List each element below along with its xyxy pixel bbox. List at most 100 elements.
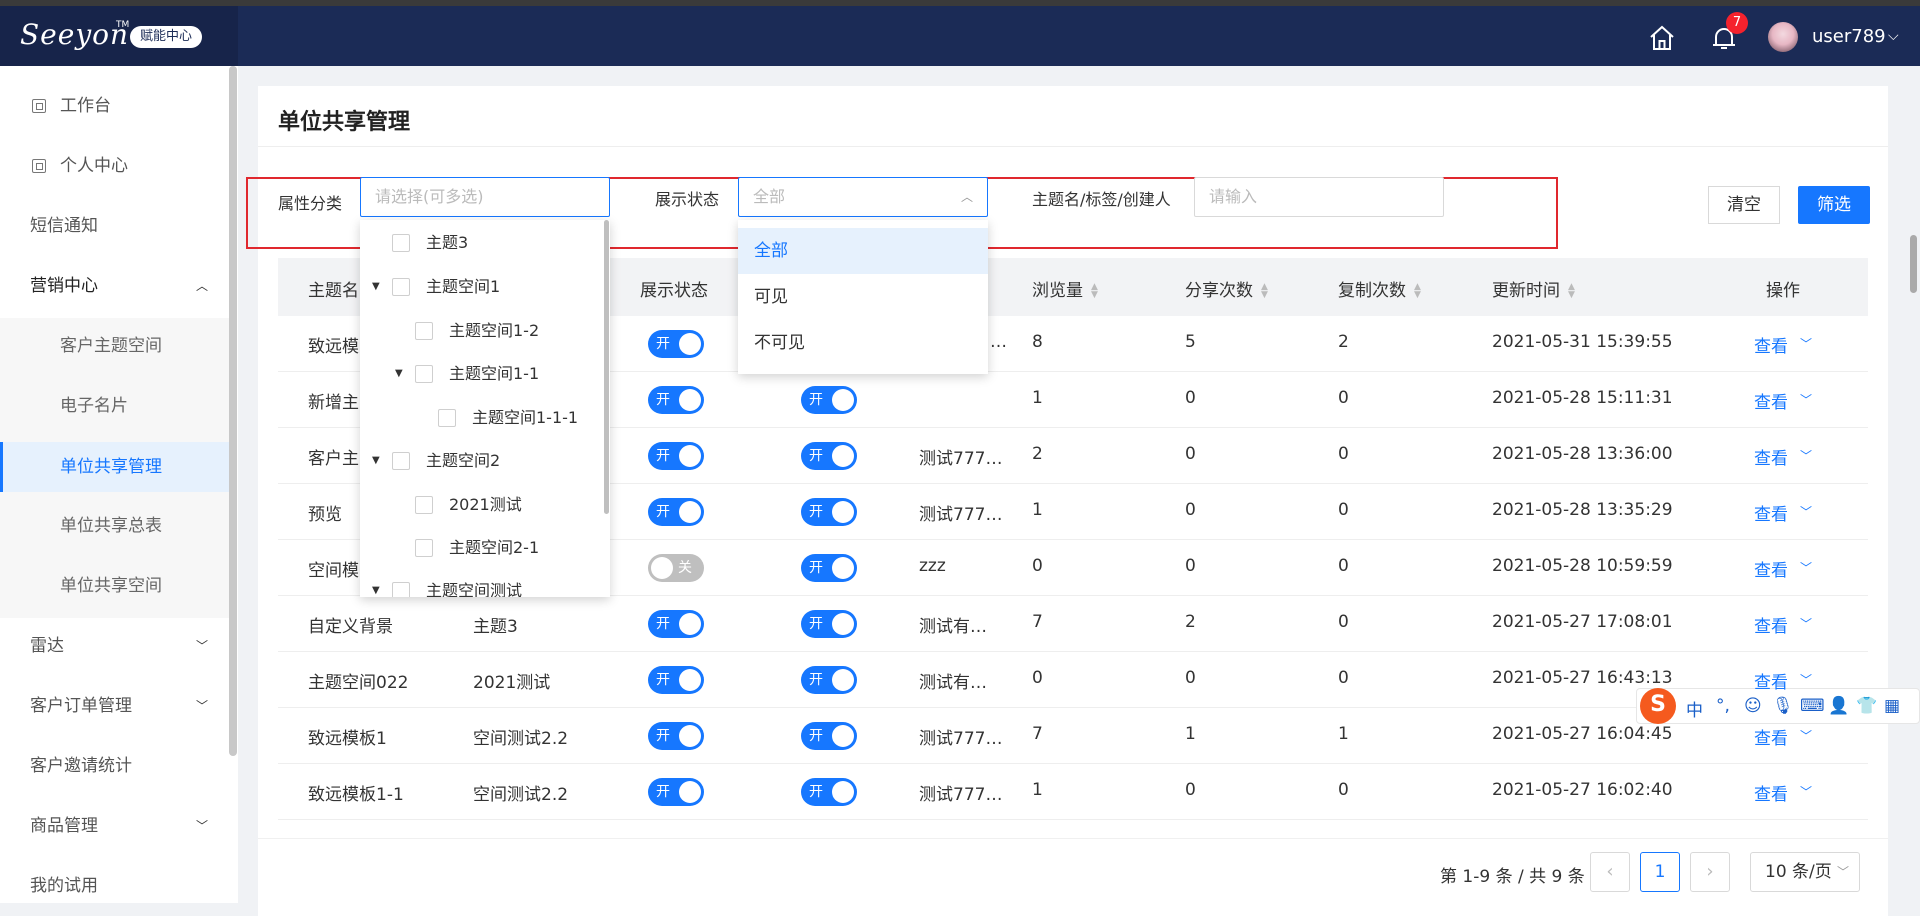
chevron-down-icon[interactable]: ﹀	[1800, 391, 1812, 408]
chevron-down-icon[interactable]: ﹀	[1800, 447, 1812, 464]
caret-down-icon[interactable]: ▼	[395, 360, 403, 388]
clear-button[interactable]: 清空	[1708, 186, 1780, 224]
recommend-toggle[interactable]: 开	[801, 666, 857, 694]
recommend-toggle[interactable]: 开	[801, 442, 857, 470]
chevron-down-icon[interactable]: ﹀	[1800, 615, 1812, 632]
sidebar-item-my-trial[interactable]: 我的试用	[0, 856, 230, 916]
checkbox[interactable]	[415, 365, 433, 383]
page-size-select[interactable]: 10 条/页 ﹀	[1750, 852, 1860, 892]
view-link[interactable]: 查看	[1754, 500, 1788, 525]
main-scrollbar[interactable]	[1910, 235, 1917, 293]
user-icon[interactable]: 👤	[1828, 696, 1849, 716]
checkbox[interactable]	[438, 409, 456, 427]
checkbox[interactable]	[392, 234, 410, 252]
chevron-down-icon[interactable]: ﹀	[1800, 727, 1812, 744]
ime-lang-toggle[interactable]: 中	[1686, 696, 1703, 721]
status-option-all[interactable]: 全部	[738, 228, 988, 274]
toggle-label: 开	[656, 336, 670, 352]
view-link[interactable]: 查看	[1754, 444, 1788, 469]
prev-page-button[interactable]: ‹	[1590, 852, 1630, 892]
caret-down-icon[interactable]: ▼	[372, 577, 380, 597]
chevron-down-icon[interactable]: ﹀	[1800, 783, 1812, 800]
toggle-knob	[679, 501, 701, 523]
recommend-toggle[interactable]: 开	[801, 722, 857, 750]
recommend-toggle[interactable]: 开	[801, 610, 857, 638]
category-select[interactable]: 请选择(可多选)	[360, 177, 610, 217]
cell-views: 7	[1032, 724, 1043, 744]
caret-down-icon[interactable]: ▼	[372, 273, 380, 301]
recommend-toggle[interactable]: 开	[801, 554, 857, 582]
view-link[interactable]: 查看	[1754, 332, 1788, 357]
chevron-down-icon[interactable]: ﹀	[1800, 671, 1812, 688]
header-views[interactable]: 浏览量 ▲ ▼	[1032, 276, 1098, 301]
view-link[interactable]: 查看	[1754, 556, 1788, 581]
sidebar-scrollbar[interactable]	[229, 66, 237, 756]
sidebar-item-invite-stats[interactable]: 客户邀请统计	[0, 736, 230, 796]
ime-punct-toggle[interactable]: °,	[1716, 696, 1730, 716]
microphone-icon[interactable]: 🎙	[1772, 696, 1794, 716]
sidebar-item-unit-share-manage[interactable]: 单位共享管理	[0, 437, 230, 497]
sogou-logo-icon[interactable]: S	[1640, 688, 1676, 724]
chevron-down-icon[interactable]: ﹀	[1800, 335, 1812, 352]
display-status-toggle[interactable]: 开	[648, 722, 704, 750]
chevron-down-icon[interactable]: ⌵	[1888, 28, 1899, 44]
display-status-toggle[interactable]: 开	[648, 442, 704, 470]
sidebar-item-unit-share-summary[interactable]: 单位共享总表	[0, 496, 230, 556]
sidebar-item-customer-space[interactable]: 客户主题空间	[0, 316, 230, 376]
sidebar-item-radar[interactable]: 雷达 ﹀	[0, 616, 230, 676]
emoji-icon[interactable]: ☺	[1744, 696, 1762, 716]
checkbox[interactable]	[415, 496, 433, 514]
chevron-down-icon[interactable]: ﹀	[1800, 559, 1812, 576]
logo-area[interactable]: Seeyon TM 赋能中心	[0, 6, 238, 66]
chevron-down-icon[interactable]: ﹀	[1800, 503, 1812, 520]
recommend-toggle[interactable]: 开	[801, 778, 857, 806]
cell-copies: 0	[1338, 500, 1349, 520]
checkbox[interactable]	[392, 452, 410, 470]
sidebar-item-products[interactable]: 商品管理 ﹀	[0, 796, 230, 856]
filter-button[interactable]: 筛选	[1798, 186, 1870, 224]
next-page-button[interactable]: ›	[1690, 852, 1730, 892]
view-link[interactable]: 查看	[1754, 724, 1788, 749]
view-link[interactable]: 查看	[1754, 388, 1788, 413]
username[interactable]: user789	[1812, 26, 1886, 47]
page-button-1[interactable]: 1	[1640, 852, 1680, 892]
display-status-toggle[interactable]: 开	[648, 778, 704, 806]
sidebar-item-personal-center[interactable]: 个人中心	[0, 136, 230, 196]
recommend-toggle[interactable]: 开	[801, 498, 857, 526]
recommend-toggle[interactable]: 开	[801, 386, 857, 414]
avatar[interactable]	[1768, 22, 1798, 52]
view-link[interactable]: 查看	[1754, 668, 1788, 693]
sidebar-item-marketing[interactable]: 营销中心 ︿	[0, 256, 230, 316]
display-status-toggle[interactable]: 开	[648, 666, 704, 694]
toolbox-icon[interactable]: ▦	[1884, 696, 1900, 716]
view-link[interactable]: 查看	[1754, 612, 1788, 637]
sidebar-item-business-card[interactable]: 电子名片	[0, 376, 230, 436]
sidebar-item-orders[interactable]: 客户订单管理 ﹀	[0, 676, 230, 736]
display-status-toggle[interactable]: 开	[648, 386, 704, 414]
display-status-toggle[interactable]: 开	[648, 330, 704, 358]
checkbox[interactable]	[415, 322, 433, 340]
view-link[interactable]: 查看	[1754, 780, 1788, 805]
caret-down-icon[interactable]: ▼	[372, 447, 380, 475]
header-updated[interactable]: 更新时间 ▲ ▼	[1492, 276, 1575, 301]
display-status-toggle[interactable]: 开	[648, 498, 704, 526]
sidebar-item-unit-share-space[interactable]: 单位共享空间	[0, 556, 230, 616]
header-shares[interactable]: 分享次数 ▲ ▼	[1185, 276, 1268, 301]
status-option-hidden[interactable]: 不可见	[738, 320, 988, 366]
checkbox[interactable]	[415, 539, 433, 557]
sidebar-item-sms[interactable]: 短信通知	[0, 196, 230, 256]
home-icon[interactable]	[1648, 24, 1676, 52]
display-status-toggle[interactable]: 开	[648, 610, 704, 638]
keyword-input[interactable]: 请输入	[1194, 177, 1444, 217]
keyboard-icon[interactable]: ⌨	[1800, 696, 1825, 716]
sidebar-item-workbench[interactable]: 工作台	[0, 76, 230, 136]
checkbox[interactable]	[392, 582, 410, 597]
header-copies[interactable]: 复制次数 ▲ ▼	[1338, 276, 1421, 301]
status-select[interactable]: 全部 ︿	[738, 177, 988, 217]
tree-scrollbar[interactable]	[604, 220, 609, 514]
skin-icon[interactable]: 👕	[1856, 696, 1877, 716]
toggle-knob	[679, 389, 701, 411]
display-status-toggle[interactable]: 关	[648, 554, 704, 582]
checkbox[interactable]	[392, 278, 410, 296]
status-option-visible[interactable]: 可见	[738, 274, 988, 320]
